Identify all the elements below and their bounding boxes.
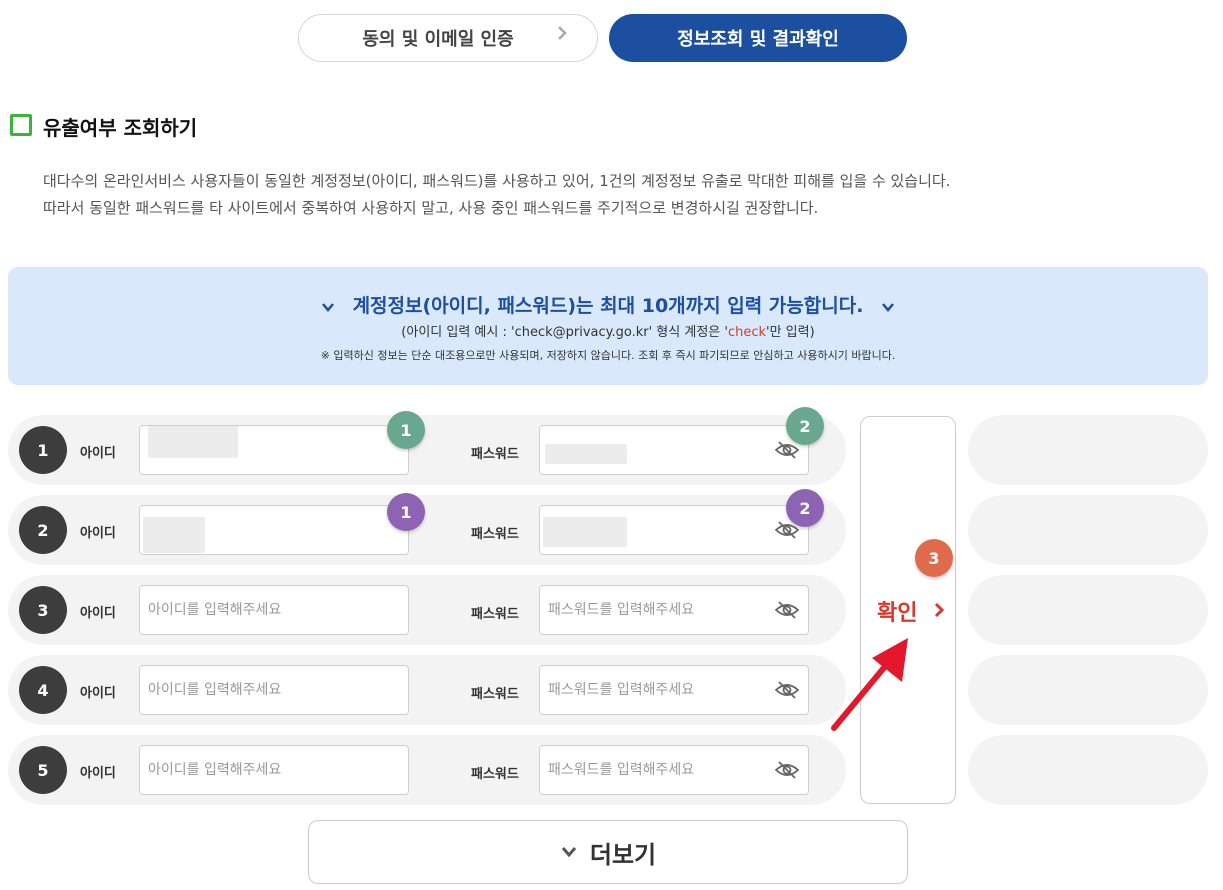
id-label: 아이디 bbox=[80, 446, 116, 461]
info-banner: 계정정보(아이디, 패스워드)는 최대 10개까지 입력 가능합니다. (아이디… bbox=[8, 267, 1208, 385]
row-number: 3 bbox=[19, 586, 67, 634]
chevron-down-icon bbox=[561, 847, 577, 858]
side-slot bbox=[968, 575, 1208, 645]
side-slot bbox=[968, 735, 1208, 805]
red-arrow-annotation bbox=[831, 638, 908, 731]
step-lookup-result-label: 정보조회 및 결과확인 bbox=[677, 29, 839, 50]
row-number: 1 bbox=[19, 426, 67, 474]
id-label: 아이디 bbox=[80, 606, 116, 621]
step-consent-email[interactable]: 동의 및 이메일 인증 bbox=[298, 14, 598, 62]
section-description: 대다수의 온라인서비스 사용자들이 동일한 계정정보(아이디, 패스워드)를 사… bbox=[43, 168, 950, 222]
password-label: 패스워드 bbox=[471, 527, 519, 542]
annotation-badge-confirm: 3 bbox=[915, 539, 953, 577]
annotation-badge-password: 2 bbox=[786, 407, 824, 445]
id-input[interactable] bbox=[139, 665, 409, 715]
banner-note: ※ 입력하신 정보는 단순 대조용으로만 사용되며, 저장하지 않습니다. 조회… bbox=[320, 349, 896, 362]
section-marker-icon bbox=[10, 114, 32, 136]
side-slot bbox=[968, 495, 1208, 565]
description-line-2: 따라서 동일한 패스워드를 타 사이트에서 중복하여 사용하지 말고, 사용 중… bbox=[43, 199, 819, 217]
eye-off-icon[interactable] bbox=[775, 680, 799, 700]
banner-example-post: '만 입력) bbox=[766, 325, 815, 340]
account-row: 1 아이디 패스워드 bbox=[8, 415, 846, 485]
section-title: 유출여부 조회하기 bbox=[43, 116, 198, 140]
banner-example-highlight: check bbox=[727, 325, 767, 340]
annotation-badge-id: 1 bbox=[387, 411, 425, 449]
password-label: 패스워드 bbox=[471, 607, 519, 622]
masked-id-value bbox=[148, 426, 238, 458]
password-input[interactable] bbox=[539, 665, 809, 715]
confirm-button-label: 확인 bbox=[877, 601, 918, 626]
more-button-label: 더보기 bbox=[589, 840, 657, 869]
description-line-1: 대다수의 온라인서비스 사용자들이 동일한 계정정보(아이디, 패스워드)를 사… bbox=[43, 172, 951, 190]
password-label: 패스워드 bbox=[471, 767, 519, 782]
row-number: 5 bbox=[19, 746, 67, 794]
password-label: 패스워드 bbox=[471, 447, 519, 462]
confirm-button[interactable]: 확인 bbox=[860, 416, 956, 804]
chevron-right-icon bbox=[558, 26, 567, 40]
row-number: 4 bbox=[19, 666, 67, 714]
masked-id-value bbox=[143, 517, 205, 553]
account-row: 4 아이디 패스워드 bbox=[8, 655, 846, 725]
annotation-badge-password: 2 bbox=[786, 489, 824, 527]
row-number: 2 bbox=[19, 506, 67, 554]
side-slot bbox=[968, 655, 1208, 725]
id-label: 아이디 bbox=[80, 526, 116, 541]
chevron-right-icon bbox=[934, 602, 945, 618]
step-lookup-result[interactable]: 정보조회 및 결과확인 bbox=[609, 14, 907, 62]
id-label: 아이디 bbox=[80, 766, 116, 781]
id-input[interactable] bbox=[139, 745, 409, 795]
account-row: 2 아이디 패스워드 bbox=[8, 495, 846, 565]
banner-title-row: 계정정보(아이디, 패스워드)는 최대 10개까지 입력 가능합니다. bbox=[8, 291, 1208, 318]
account-row: 3 아이디 패스워드 bbox=[8, 575, 846, 645]
banner-example-pre: (아이디 입력 예시 : 'check@privacy.go.kr' 형식 계정… bbox=[401, 325, 728, 340]
side-slot bbox=[968, 415, 1208, 485]
more-button[interactable]: 더보기 bbox=[308, 820, 908, 884]
password-label: 패스워드 bbox=[471, 687, 519, 702]
banner-example: (아이디 입력 예시 : 'check@privacy.go.kr' 형식 계정… bbox=[8, 321, 1208, 340]
eye-off-icon[interactable] bbox=[775, 760, 799, 780]
password-input[interactable] bbox=[539, 745, 809, 795]
annotation-badge-id: 1 bbox=[387, 493, 425, 531]
chevron-down-icon bbox=[321, 302, 334, 312]
password-input[interactable] bbox=[539, 585, 809, 635]
masked-password-value bbox=[543, 517, 627, 547]
account-row: 5 아이디 패스워드 bbox=[8, 735, 846, 805]
chevron-down-icon bbox=[882, 302, 895, 312]
id-input[interactable] bbox=[139, 585, 409, 635]
masked-password-value bbox=[545, 444, 627, 464]
id-label: 아이디 bbox=[80, 686, 116, 701]
eye-off-icon[interactable] bbox=[775, 440, 799, 460]
eye-off-icon[interactable] bbox=[775, 600, 799, 620]
banner-title: 계정정보(아이디, 패스워드)는 최대 10개까지 입력 가능합니다. bbox=[352, 295, 864, 317]
step-consent-email-label: 동의 및 이메일 인증 bbox=[362, 29, 514, 50]
